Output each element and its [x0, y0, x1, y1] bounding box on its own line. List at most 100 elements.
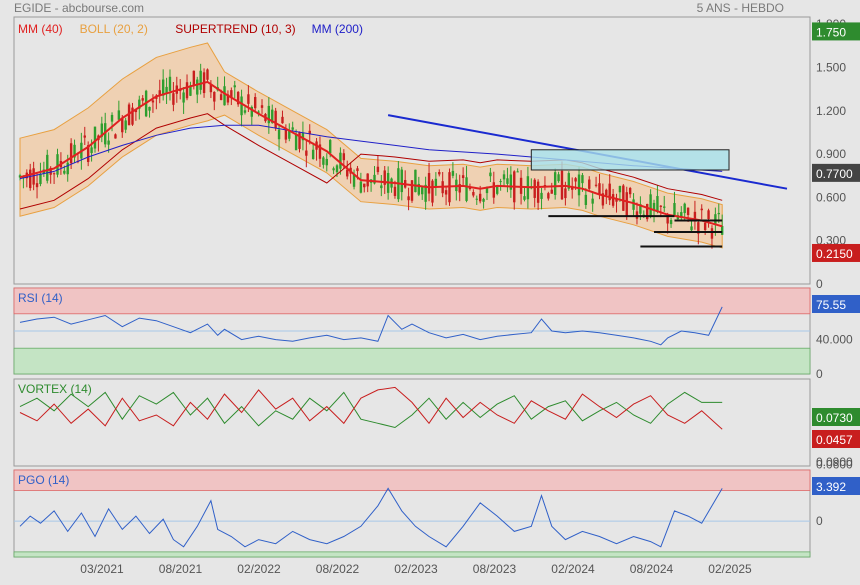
- x-axis-tick-label: 02/2025: [708, 562, 752, 576]
- candle-body: [628, 188, 632, 195]
- x-axis-tick-label: 03/2021: [80, 562, 124, 576]
- x-axis-tick-label: 08/2024: [630, 562, 674, 576]
- candle-body: [107, 140, 110, 145]
- candle-body: [519, 177, 523, 194]
- price-tick-label: 0.600: [816, 190, 846, 204]
- indicator-zone: [13, 287, 811, 315]
- candle-body: [393, 186, 397, 196]
- candle-body: [431, 180, 434, 203]
- candle-body: [622, 185, 625, 211]
- candle-body: [451, 170, 455, 176]
- candle-body: [598, 183, 601, 195]
- candle-body: [506, 178, 509, 184]
- candle-body: [141, 98, 144, 101]
- candle-body: [683, 203, 686, 214]
- candle-body: [523, 196, 526, 200]
- candle-body: [363, 183, 366, 188]
- candle-body: [117, 110, 121, 120]
- candle-body: [591, 198, 594, 204]
- candle-body: [434, 178, 438, 187]
- candle-body: [400, 169, 403, 193]
- candle-body: [577, 174, 581, 196]
- indicator-tick-label: 0.0600: [816, 457, 853, 471]
- candle-body: [536, 181, 540, 203]
- candle-body: [182, 92, 185, 103]
- candle-body: [219, 94, 223, 100]
- candle-body: [438, 172, 441, 175]
- candle-body: [594, 184, 598, 186]
- price-label-text: 0.7700: [816, 167, 853, 181]
- candle-body: [533, 179, 536, 198]
- candle-body: [332, 168, 335, 171]
- panel-frame-2: [13, 378, 811, 467]
- candle-body: [717, 212, 720, 215]
- candle-body: [281, 116, 284, 124]
- candle-body: [69, 143, 73, 164]
- candle-body: [496, 186, 499, 194]
- indicator-title: VORTEX (14): [18, 382, 92, 396]
- candle-body: [414, 169, 417, 193]
- candle-body: [247, 94, 250, 104]
- candle-body: [707, 210, 710, 220]
- candle-body: [206, 69, 209, 80]
- legend-item: SUPERTREND (10, 3): [175, 22, 295, 36]
- candle-body: [669, 220, 673, 225]
- indicator-zone: [13, 347, 811, 375]
- candle-body: [475, 198, 478, 200]
- candle-body: [581, 175, 584, 184]
- candle-body: [564, 188, 567, 199]
- candle-body: [192, 70, 196, 85]
- candle-body: [557, 174, 560, 182]
- candle-body: [659, 205, 663, 207]
- candle-body: [346, 169, 349, 177]
- candle-body: [492, 182, 496, 198]
- candle-body: [553, 172, 557, 195]
- candle-body: [52, 173, 56, 175]
- candle-body: [90, 147, 93, 154]
- candle-body: [274, 110, 277, 129]
- candle-body: [376, 166, 380, 173]
- candle-body: [540, 192, 543, 199]
- candle-body: [254, 97, 257, 109]
- candle-body: [328, 140, 332, 154]
- candle-body: [196, 79, 199, 95]
- x-axis-tick-label: 08/2023: [473, 562, 517, 576]
- candle-body: [635, 211, 639, 219]
- candle-body: [465, 177, 468, 201]
- candle-body: [461, 175, 465, 179]
- candle-body: [29, 169, 32, 189]
- candle-body: [260, 105, 264, 108]
- price-tick-label: 1.500: [816, 61, 846, 75]
- indicator-title: RSI (14): [18, 291, 63, 305]
- candle-body: [710, 228, 714, 239]
- candle-body: [46, 154, 49, 181]
- candle-body: [686, 207, 690, 215]
- candle-body: [124, 120, 127, 130]
- candle-body: [720, 225, 724, 235]
- candle-body: [632, 199, 635, 210]
- legend-item: MM (200): [312, 22, 363, 36]
- price-label-text: 1.750: [816, 25, 846, 39]
- candle-body: [121, 118, 124, 133]
- candle-body: [223, 86, 226, 106]
- candle-body: [656, 196, 659, 212]
- candle-body: [584, 194, 588, 205]
- candle-body: [305, 150, 308, 156]
- chart-svg: MM (40) BOLL (20, 2) SUPERTREND (10, 3) MM …: [13, 16, 860, 576]
- candle-body: [66, 162, 69, 175]
- candle-body: [690, 226, 693, 231]
- candle-body: [277, 129, 281, 140]
- candle-body: [56, 154, 59, 175]
- candle-body: [359, 181, 363, 193]
- candle-body: [605, 189, 608, 196]
- candle-body: [550, 189, 553, 194]
- candle-body: [233, 85, 236, 88]
- legend-item: BOLL (20, 2): [80, 22, 148, 36]
- candle-body: [39, 173, 42, 185]
- x-axis-tick-label: 08/2021: [159, 562, 203, 576]
- candle-body: [472, 192, 475, 196]
- price-tick-label: 0.900: [816, 147, 846, 161]
- resistance-zone: [530, 149, 730, 171]
- candle-body: [342, 153, 346, 161]
- candle-body: [114, 134, 117, 139]
